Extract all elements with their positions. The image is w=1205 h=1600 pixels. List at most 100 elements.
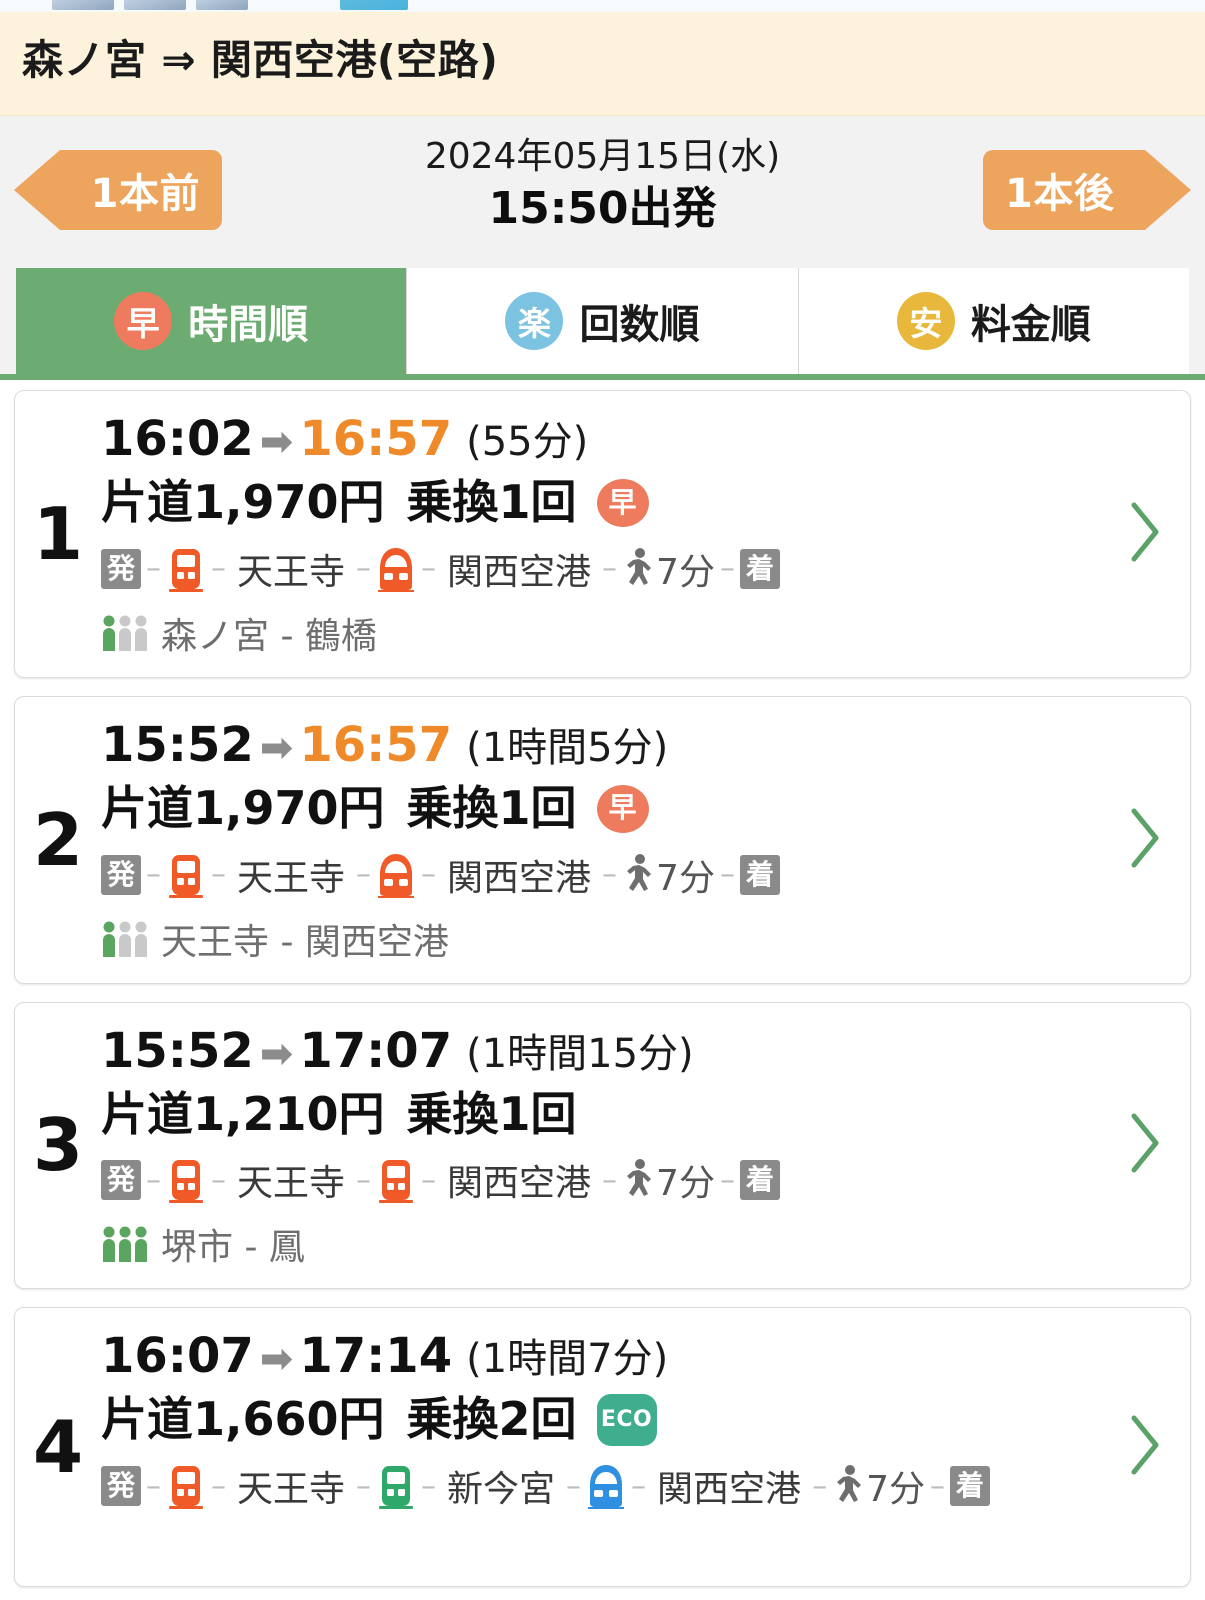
route-result-card[interactable]: 2 15:52 ➡ 16:57 (1時間5分) 片道1,970円 乗換1回早発 – – 天王寺 – –… [14,695,1191,984]
tab-fare-order[interactable]: 安 料金順 [798,268,1189,374]
walk-duration: 7分 [656,551,715,593]
sort-tab-bar: 早 時間順 楽 回数順 安 料金順 [0,268,1205,380]
walk-icon [624,853,654,897]
walk-icon [624,547,654,591]
leg-stop-name: 関西空港 [447,1163,592,1205]
walk-duration: 7分 [656,1163,715,1205]
congestion-section-label: 天王寺 - 関西空港 [161,921,449,963]
congestion-row: 天王寺 - 関西空港 [101,913,1120,965]
leg-dash: – [719,1162,735,1198]
route-fare-row: 片道1,970円 乗換1回早 [101,779,1120,839]
route-rank-number: 3 [32,1103,84,1188]
route-rank-number: 1 [32,491,84,576]
route-duration: (55分) [466,419,589,465]
leg-dash: – [211,857,227,893]
departure-time-value: 16:07 [101,1328,254,1385]
yasui-icon: 安 [896,292,955,350]
congestion-icon [101,613,149,653]
tab-transfer-order[interactable]: 楽 回数順 [407,268,799,374]
leg-stop-name: 関西空港 [657,1469,802,1511]
leg-dash: – [146,857,162,893]
congestion-icon [101,919,149,959]
congestion-section-label: 森ノ宮 - 鶴橋 [161,615,377,657]
leg-stop-name: 関西空港 [447,857,592,899]
route-card-body: 15:52 ➡ 16:57 (1時間5分) 片道1,970円 乗換1回早発 – – 天王寺 – – 関… [101,715,1120,965]
tab-transfer-order-label: 回数順 [579,302,700,348]
leg-dash: – [211,1162,227,1198]
route-duration: (1時間7分) [466,1336,669,1383]
train-icon [376,852,416,898]
leg-stop-name: 天王寺 [237,857,346,899]
train-icon [166,546,206,592]
leg-dash: – [211,1468,227,1504]
train-icon [166,852,206,898]
leg-dash: – [566,1468,582,1504]
leg-stop-name: 関西空港 [447,551,592,593]
origin-cap-badge: 発 [101,1466,142,1507]
tab-fare-order-label: 料金順 [970,302,1091,348]
origin-cap-badge: 発 [101,1160,142,1201]
departure-time-value: 15:52 [101,1022,254,1079]
route-result-card[interactable]: 1 16:02 ➡ 16:57 (55分) 片道1,970円 乗換1回早発 – – 天王寺 – – 関西… [14,390,1191,678]
ad-thumbnail [196,0,248,10]
train-icon [166,1157,206,1204]
train-icon [376,546,416,592]
route-leg-line: 発 – – 天王寺 – – 関西空港 –7分 – 着 [101,1154,1120,1206]
route-card-body: 16:07 ➡ 17:14 (1時間7分) 片道1,660円 乗換2回 ECO 発 – – 天王寺 –… [101,1326,1120,1512]
arrival-time-value: 16:57 [299,411,453,467]
leg-dash: – [356,1468,372,1504]
destination-cap-badge: 着 [739,854,780,895]
route-result-card[interactable]: 3 15:52 ➡ 17:07 (1時間15分) 片道1,210円 乗換1回発 – – 天王寺 – –… [14,1001,1191,1290]
date-navigation-bar: 1本前 2024年05月15日(水) 15:50出発 1本後 [0,116,1205,268]
leg-dash: – [421,857,437,893]
leg-dash: – [146,1468,162,1504]
train-icon [376,1157,416,1204]
route-leg-line: 発 – – 天王寺 – – 関西空港 –7分 – 着 [101,543,1120,595]
route-rank-number: 2 [32,797,84,882]
leg-dash: – [719,857,735,893]
arrow-right-icon: ➡ [259,724,294,771]
arrow-right-icon: ➡ [259,419,294,465]
hayai-icon: 早 [114,292,173,350]
leg-dash: – [421,551,437,587]
route-time-row: 16:02 ➡ 16:57 (55分) [101,409,1120,469]
route-leg-line: 発 – – 天王寺 – – 新今宮 – – 関西空港 –7分 – 着 [101,1460,1120,1512]
page-title: 森ノ宮 ⇒ 関西空港(空路) [22,35,499,84]
leg-stop-name: 天王寺 [237,551,346,593]
route-transfer-count: 乗換1回 [406,780,577,835]
arrow-right-icon: ➡ [259,1030,294,1077]
route-fare-row: 片道1,970円 乗換1回早 [101,473,1120,533]
chevron-right-icon[interactable] [1124,1110,1164,1180]
arrival-time-value: 16:57 [299,716,453,773]
route-duration: (1時間15分) [466,1030,694,1077]
route-header: 森ノ宮 ⇒ 関西空港(空路) [0,12,1205,116]
leg-dash: – [812,1468,828,1504]
route-time-row: 15:52 ➡ 17:07 (1時間15分) [101,1021,1120,1081]
congestion-section-label: 堺市 - 鳳 [161,1227,305,1269]
walk-icon [834,1464,864,1508]
leg-dash: – [146,1162,162,1198]
tab-time-order-label: 時間順 [188,302,309,348]
top-ad-strip[interactable] [0,0,1205,12]
arrival-time-value: 17:14 [299,1328,453,1385]
origin-cap-badge: 発 [101,854,142,895]
leg-dash: – [631,1468,647,1504]
route-fare-row: 片道1,210円 乗換1回 [101,1085,1120,1145]
chevron-right-icon[interactable] [1124,499,1164,569]
ad-thumbnail [52,0,114,10]
congestion-row: 森ノ宮 - 鶴橋 [101,607,1120,659]
route-time-row: 16:07 ➡ 17:14 (1時間7分) [101,1326,1120,1386]
route-fare: 片道1,660円 [101,1392,385,1447]
route-card-body: 16:02 ➡ 16:57 (55分) 片道1,970円 乗換1回早発 – – 天王寺 – – 関西空… [101,409,1120,659]
chevron-right-icon[interactable] [1124,1412,1164,1482]
leg-dash: – [356,857,372,893]
route-card-body: 15:52 ➡ 17:07 (1時間15分) 片道1,210円 乗換1回発 – – 天王寺 – – 関… [101,1021,1120,1271]
arrival-time-value: 17:07 [299,1022,453,1079]
chevron-right-icon[interactable] [1124,805,1164,875]
congestion-row: 堺市 - 鳳 [101,1218,1120,1270]
destination-cap-badge: 着 [949,1466,990,1507]
tab-time-order[interactable]: 早 時間順 [16,268,408,374]
route-result-card[interactable]: 4 16:07 ➡ 17:14 (1時間7分) 片道1,660円 乗換2回 ECO 発 – – 天王寺… [14,1307,1191,1588]
route-leg-line: 発 – – 天王寺 – – 関西空港 –7分 – 着 [101,849,1120,901]
ad-thumbnail [124,0,186,10]
